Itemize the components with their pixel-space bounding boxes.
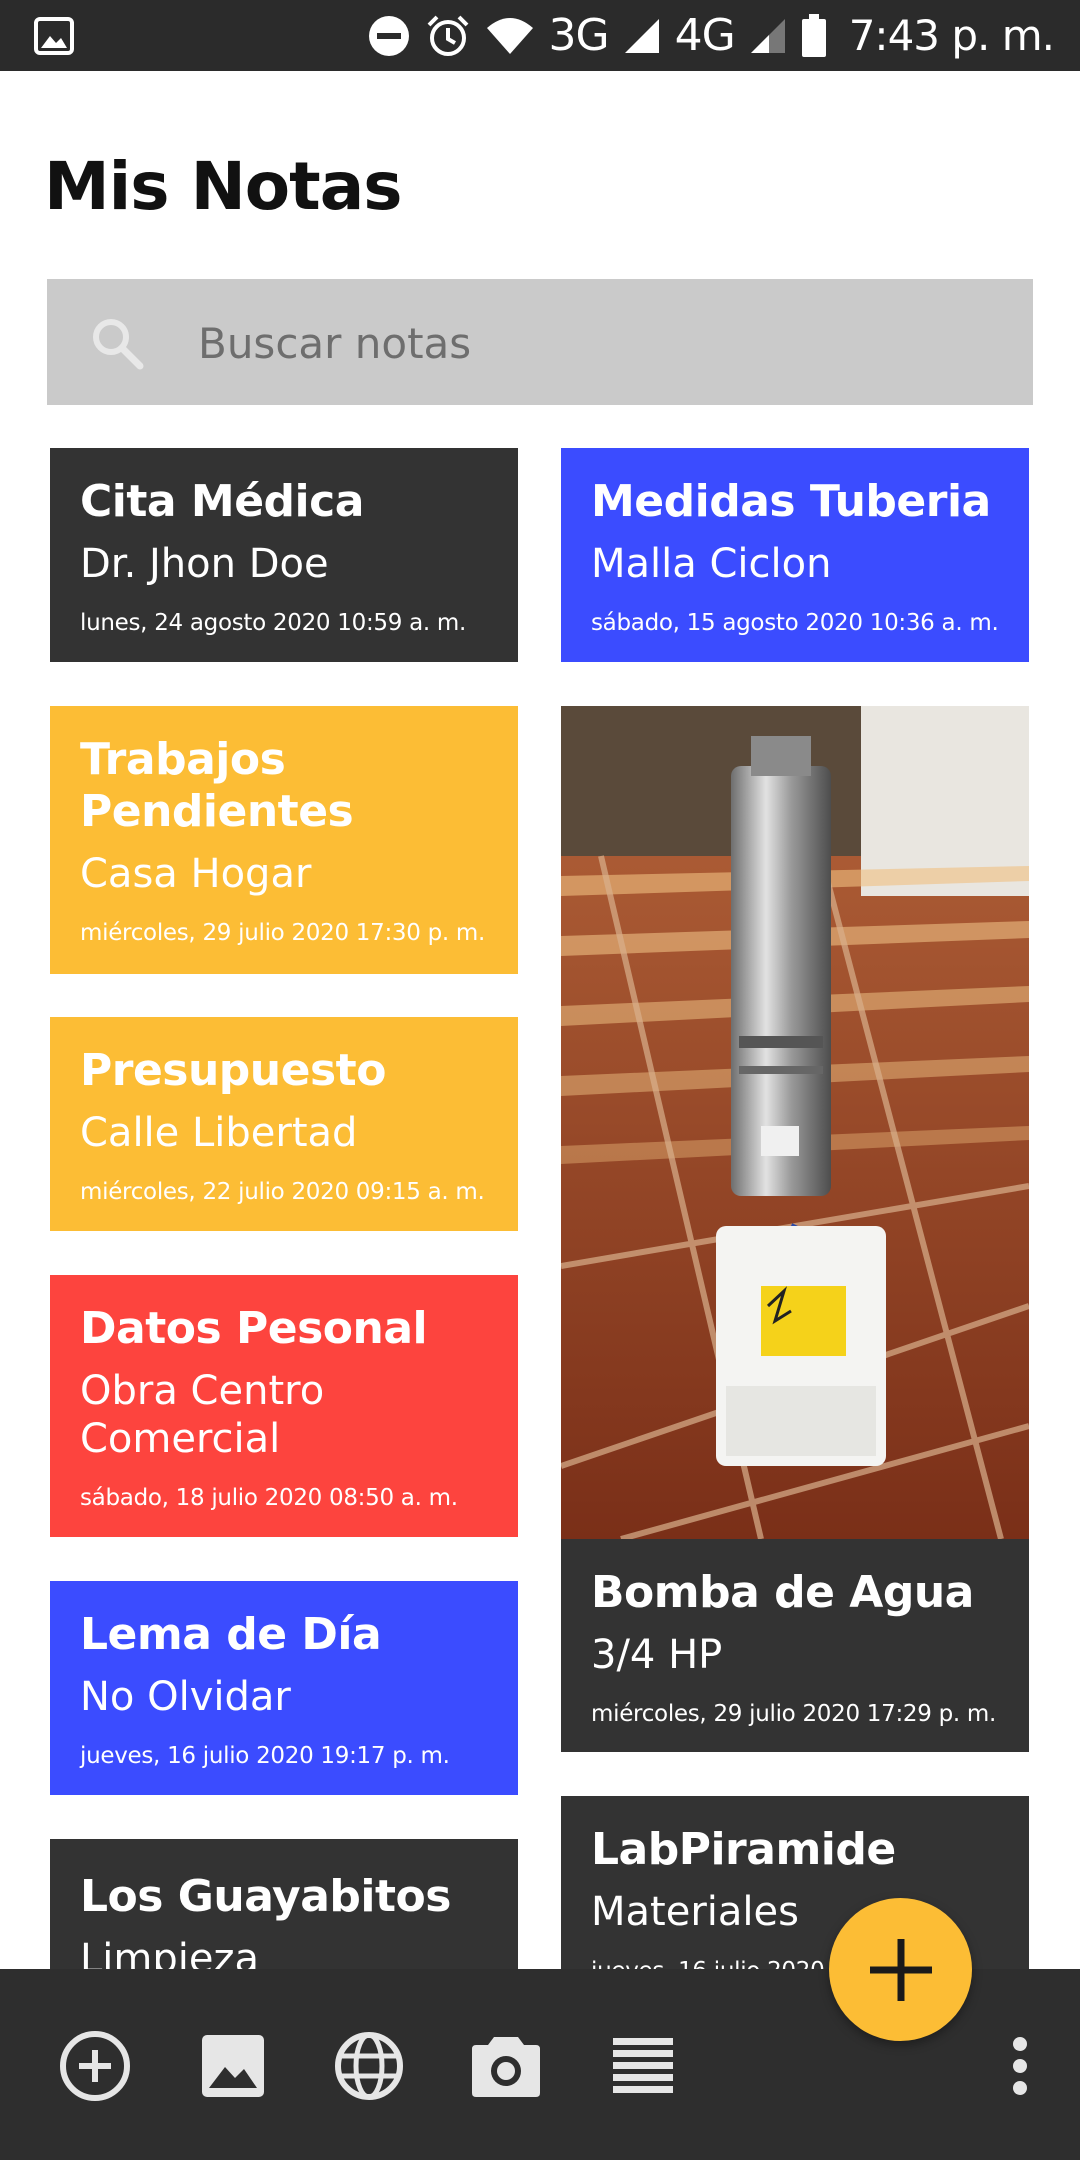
note-title: Bomba de Agua bbox=[591, 1567, 974, 1618]
note-title: Presupuesto bbox=[80, 1045, 386, 1096]
app-screen: 3G 4G 7:43 p. m. Mis Notas Cita Médica bbox=[0, 0, 1080, 2160]
note-date: jueves, 16 julio 2020 19:17 p. m. bbox=[80, 1743, 450, 1769]
signal-weak-icon bbox=[750, 18, 785, 53]
status-icons: 3G 4G 7:43 p. m. bbox=[367, 0, 1055, 71]
add-note-button[interactable] bbox=[59, 2030, 131, 2102]
note-subtitle: Limpieza bbox=[80, 1936, 259, 1969]
note-title: Trabajos Pendientes bbox=[80, 734, 354, 837]
note-subtitle: Obra Centro Comercial bbox=[80, 1368, 325, 1462]
signal-strength-icon bbox=[624, 18, 659, 53]
add-image-button[interactable] bbox=[197, 2030, 269, 2102]
note-subtitle: Dr. Jhon Doe bbox=[80, 541, 329, 587]
note-card-trabajos-pendientes[interactable]: Trabajos Pendientes Casa Hogar miércoles… bbox=[50, 706, 518, 974]
note-date: lunes, 24 agosto 2020 10:59 a. m. bbox=[80, 610, 466, 636]
globe-icon bbox=[335, 2032, 403, 2100]
note-date: miércoles, 29 julio 2020 17:29 p. m. bbox=[591, 1701, 997, 1727]
note-title: Los Guayabitos bbox=[80, 1871, 451, 1922]
note-date: miércoles, 22 julio 2020 09:15 a. m. bbox=[80, 1179, 485, 1205]
add-circle-icon bbox=[60, 2031, 130, 2101]
more-vert-icon bbox=[1013, 2037, 1027, 2095]
plus-icon bbox=[869, 1938, 932, 2001]
list-button[interactable] bbox=[607, 2030, 679, 2102]
alarm-icon bbox=[427, 15, 468, 56]
note-date: sábado, 18 julio 2020 08:50 a. m. bbox=[80, 1485, 458, 1511]
search-input[interactable] bbox=[198, 312, 998, 374]
note-card-bomba-de-agua[interactable]: Bomba de Agua 3/4 HP miércoles, 29 julio… bbox=[561, 706, 1029, 1752]
note-title: Cita Médica bbox=[80, 476, 364, 527]
note-title: Medidas Tuberia bbox=[591, 476, 991, 527]
note-image-water-pump bbox=[561, 706, 1029, 1539]
note-card-los-guayabitos[interactable]: Los Guayabitos Limpieza bbox=[50, 1839, 518, 1969]
note-title: Datos Pesonal bbox=[80, 1303, 428, 1354]
list-icon bbox=[613, 2038, 673, 2093]
note-card-cita-medica[interactable]: Cita Médica Dr. Jhon Doe lunes, 24 agost… bbox=[50, 448, 518, 662]
note-subtitle: Calle Libertad bbox=[80, 1110, 358, 1156]
note-title: Lema de Día bbox=[80, 1609, 382, 1660]
status-bar: 3G 4G 7:43 p. m. bbox=[0, 0, 1080, 71]
search-icon bbox=[93, 319, 144, 370]
note-card-datos-pesonal[interactable]: Datos Pesonal Obra Centro Comercial sába… bbox=[50, 1275, 518, 1537]
network-3g-label: 3G bbox=[548, 10, 610, 61]
note-card-lema-de-dia[interactable]: Lema de Día No Olvidar jueves, 16 julio … bbox=[50, 1581, 518, 1795]
gallery-notification-icon bbox=[34, 17, 74, 55]
note-date: miércoles, 29 julio 2020 17:30 p. m. bbox=[80, 920, 486, 946]
note-subtitle: No Olvidar bbox=[80, 1674, 291, 1720]
note-date: sábado, 15 agosto 2020 10:36 a. m. bbox=[591, 610, 999, 636]
note-subtitle: Casa Hogar bbox=[80, 851, 312, 897]
new-note-fab[interactable] bbox=[829, 1898, 972, 2041]
note-title: LabPiramide bbox=[591, 1824, 896, 1875]
add-link-button[interactable] bbox=[333, 2030, 405, 2102]
wifi-icon bbox=[486, 17, 533, 54]
do-not-disturb-icon bbox=[368, 15, 409, 56]
battery-icon bbox=[801, 13, 826, 57]
note-card-presupuesto[interactable]: Presupuesto Calle Libertad miércoles, 22… bbox=[50, 1017, 518, 1231]
camera-icon bbox=[472, 2037, 540, 2097]
page-title: Mis Notas bbox=[44, 148, 403, 225]
note-card-medidas-tuberia[interactable]: Medidas Tuberia Malla Ciclon sábado, 15 … bbox=[561, 448, 1029, 662]
note-subtitle: 3/4 HP bbox=[591, 1632, 723, 1678]
note-subtitle: Malla Ciclon bbox=[591, 541, 832, 587]
more-options-button[interactable] bbox=[984, 2030, 1056, 2102]
network-4g-label: 4G bbox=[674, 10, 736, 61]
clock: 7:43 p. m. bbox=[848, 11, 1055, 60]
water-pump-photo bbox=[561, 706, 1029, 1539]
image-icon bbox=[202, 2035, 264, 2097]
camera-button[interactable] bbox=[470, 2030, 542, 2102]
